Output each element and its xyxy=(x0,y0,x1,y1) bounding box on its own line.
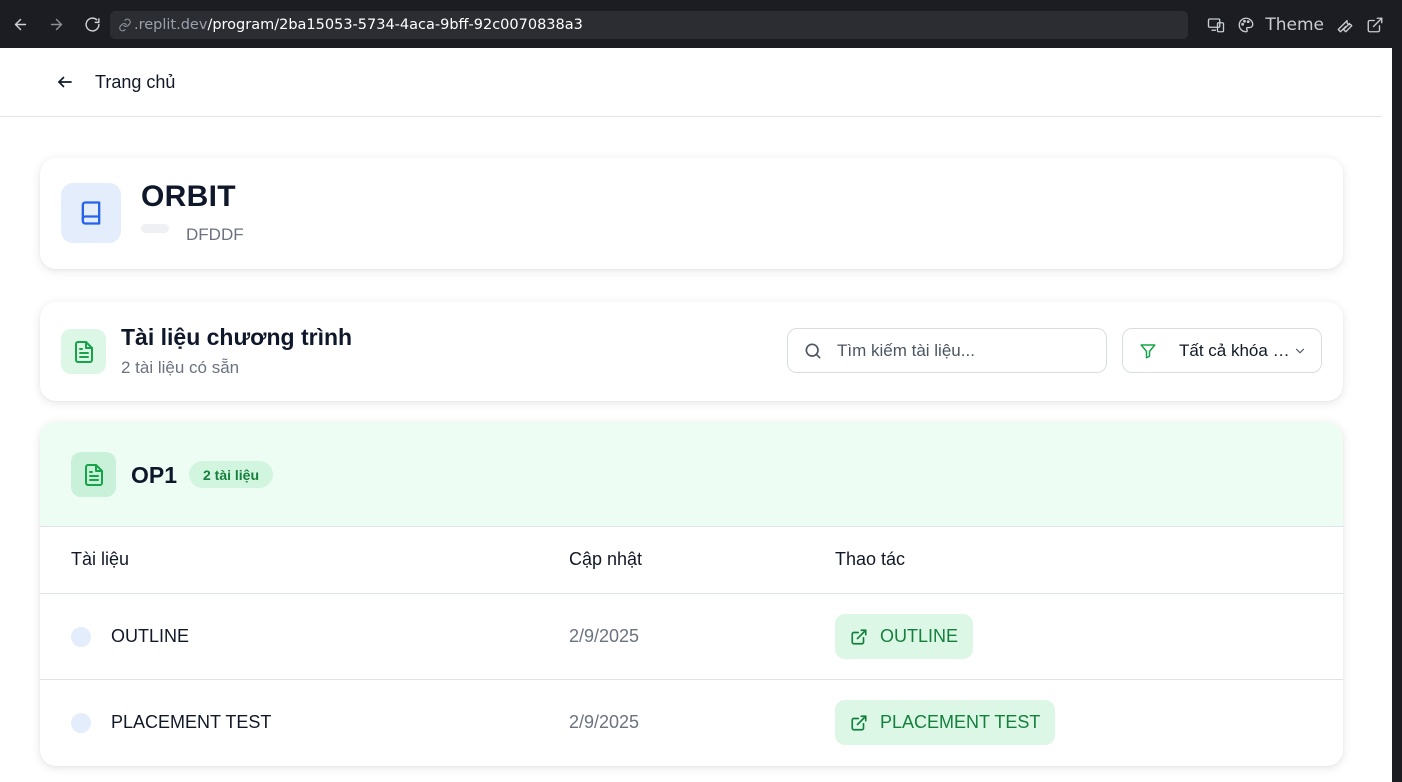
wrench-icon[interactable] xyxy=(1336,16,1354,34)
document-date: 2/9/2025 xyxy=(569,626,640,646)
search-icon xyxy=(805,343,821,358)
browser-reload-button[interactable] xyxy=(77,9,107,39)
program-card: ORBIT DFDDF xyxy=(40,158,1343,269)
external-link-icon xyxy=(851,714,867,731)
theme-label: Theme xyxy=(1265,15,1324,35)
documents-header-card: Tài liệu chương trình 2 tài liệu có sẵn … xyxy=(40,302,1343,401)
reload-icon xyxy=(84,16,100,32)
browser-nav xyxy=(5,9,107,39)
document-dot xyxy=(71,627,91,647)
book-icon xyxy=(81,201,101,225)
palette-icon xyxy=(1238,17,1254,33)
group-count-badge: 2 tài liệu xyxy=(189,461,274,488)
program-icon-tile xyxy=(61,183,121,243)
open-document-label: OUTLINE xyxy=(880,626,959,646)
document-search[interactable] xyxy=(787,328,1107,373)
program-tag-placeholder xyxy=(141,224,169,233)
document-name: OUTLINE xyxy=(111,626,190,646)
documents-title: Tài liệu chương trình xyxy=(121,324,353,350)
document-dot xyxy=(71,713,91,733)
program-code: DFDDF xyxy=(186,225,244,244)
url-path: /program/2ba15053-5734-4aca-9bff-92c0070… xyxy=(207,17,583,33)
filter-icon xyxy=(1140,343,1156,358)
open-document-label: PLACEMENT TEST xyxy=(880,712,1041,732)
column-header-actions: Thao tác xyxy=(835,549,906,569)
browser-tools: Theme xyxy=(1207,11,1384,39)
link-icon xyxy=(119,18,131,32)
theme-button[interactable]: Theme xyxy=(1237,15,1324,35)
group-name: OP1 xyxy=(131,462,178,488)
course-filter-select[interactable]: Tất cả khóa học xyxy=(1122,328,1322,373)
documents-count: 2 tài liệu có sẵn xyxy=(121,358,240,377)
document-date: 2/9/2025 xyxy=(569,712,640,732)
table-row: PLACEMENT TEST 2/9/2025 PLACEMENT TEST xyxy=(40,680,1343,766)
url-host: .replit.dev xyxy=(134,17,208,33)
address-bar[interactable]: .replit.dev/program/2ba15053-5734-4aca-9… xyxy=(110,11,1188,39)
browser-toolbar: .replit.dev/program/2ba15053-5734-4aca-9… xyxy=(0,0,1402,48)
chevron-down-icon xyxy=(1295,348,1305,353)
browser-forward-button[interactable] xyxy=(41,9,71,39)
table-row: OUTLINE 2/9/2025 OUTLINE xyxy=(40,594,1343,680)
documents-icon-tile xyxy=(61,329,106,374)
filter-selected-value: Tất cả khóa học xyxy=(1179,340,1291,360)
open-document-button[interactable]: OUTLINE xyxy=(835,614,974,659)
devices-icon[interactable] xyxy=(1207,16,1225,34)
back-home-link[interactable]: Trang chủ xyxy=(95,72,175,93)
document-group-card: OP1 2 tài liệu Tài liệu Cập nhật Thao tá… xyxy=(40,422,1343,766)
arrow-left-icon[interactable] xyxy=(56,73,74,91)
external-link-icon xyxy=(851,628,867,645)
group-header: OP1 2 tài liệu xyxy=(40,422,1343,527)
file-text-icon xyxy=(74,340,93,363)
open-document-button[interactable]: PLACEMENT TEST xyxy=(835,700,1056,745)
arrow-right-icon xyxy=(50,18,62,30)
document-name: PLACEMENT TEST xyxy=(111,712,272,732)
program-title: ORBIT xyxy=(141,180,236,213)
column-header-document: Tài liệu xyxy=(71,549,130,569)
search-input[interactable] xyxy=(837,340,1087,361)
table-header: Tài liệu Cập nhật Thao tác xyxy=(40,527,1343,594)
group-icon-tile xyxy=(71,452,116,497)
external-link-icon[interactable] xyxy=(1366,16,1384,34)
window-edge xyxy=(1392,48,1402,782)
app-header: Trang chủ xyxy=(0,48,1382,117)
browser-back-button[interactable] xyxy=(5,9,35,39)
file-text-icon xyxy=(84,463,103,486)
column-header-updated: Cập nhật xyxy=(569,549,643,569)
arrow-left-icon xyxy=(14,18,26,30)
